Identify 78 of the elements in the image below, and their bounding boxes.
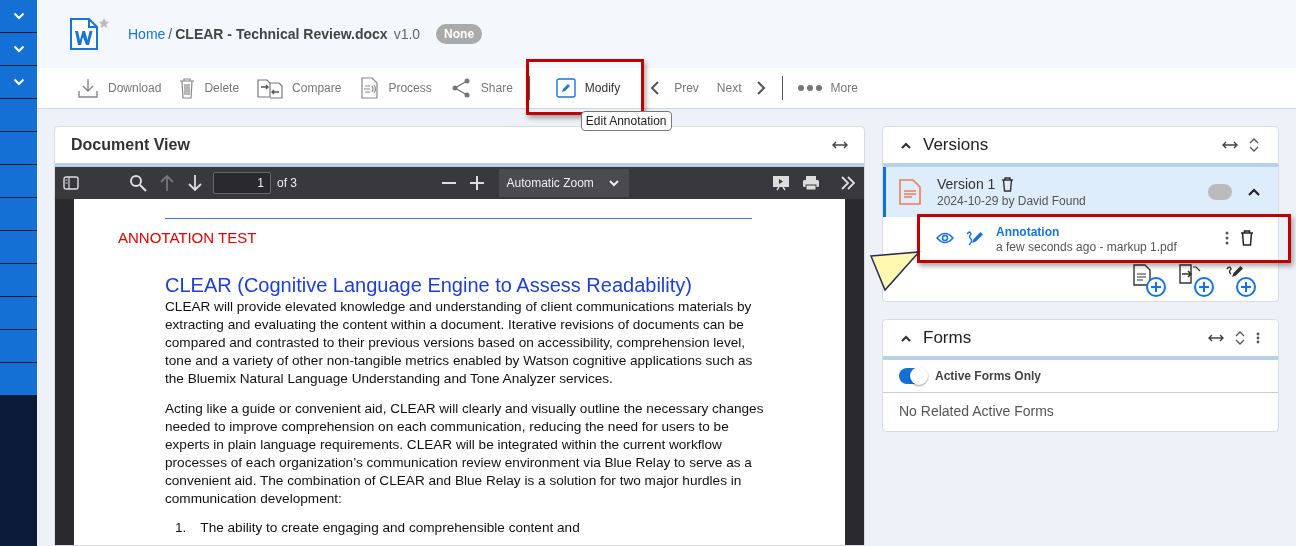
document-title: CLEAR - Technical Review.docx [175, 26, 388, 42]
document-heading: CLEAR (Cognitive Language Engine to Assess Readability) [165, 274, 693, 297]
expand-horizontal-icon[interactable] [1222, 141, 1238, 149]
document-icon [899, 179, 921, 205]
paragraph: Acting like a guide or convenient aid, CLEAR will clearly and visually outline the necessary changes needed to improve comprehension on each communication, reducing the need for users to be experts in plain language requirements. CLEAR will be integrated within the current workflow processes of each organization’s communication review environment via Blue Relay to serve as a convenient aid. The combination of CLEAR and Blue Relay is a solution for two major hurdles in communication development: [165, 400, 765, 508]
version-label: v1.0 [393, 26, 421, 42]
more-button[interactable]: More [788, 71, 866, 105]
sidebar-item[interactable] [0, 0, 37, 33]
home-link[interactable]: Home [128, 26, 166, 42]
toggle-switch[interactable] [1208, 184, 1232, 200]
trash-icon[interactable] [1001, 176, 1015, 192]
version-name: Version 1 [937, 176, 996, 192]
sidebar-item[interactable] [0, 33, 37, 66]
double-chevron-icon[interactable] [840, 176, 856, 190]
trash-icon [179, 77, 196, 99]
pencil-icon[interactable] [965, 228, 985, 248]
caret-icon [608, 179, 619, 187]
modify-button[interactable]: Modify [535, 71, 641, 105]
download-icon [77, 77, 99, 99]
panel-title: Versions [923, 135, 989, 155]
version-row[interactable]: Version 1 2024-10-29 by David Found [883, 167, 1278, 217]
chevron-up-icon[interactable] [901, 141, 911, 149]
zoom-dropdown[interactable]: Automatic Zoom [498, 169, 629, 197]
page-count: of 3 [277, 176, 297, 190]
panel-title: Forms [923, 328, 972, 348]
chevron-up-icon[interactable] [1248, 188, 1260, 196]
pencil-icon [555, 78, 576, 98]
more-vertical-icon[interactable] [1256, 332, 1260, 344]
annotation-text: ANNOTATION TEST [118, 229, 258, 246]
status-badge: None [436, 24, 483, 44]
chevron-left-icon [650, 80, 661, 96]
download-button[interactable]: Download [69, 71, 170, 105]
annotation-link[interactable]: Annotation [996, 225, 1060, 239]
list-number: 1. [175, 520, 187, 535]
toggle-label: Active Forms Only [935, 369, 1042, 383]
expand-vertical-icon[interactable] [1248, 137, 1260, 153]
word-document-icon [69, 17, 111, 51]
prev-button[interactable]: Prev [642, 71, 707, 105]
compare-button[interactable]: Compare [249, 71, 350, 105]
expand-horizontal-icon[interactable] [1208, 334, 1224, 342]
process-icon [359, 77, 380, 99]
empty-message: No Related Active Forms [898, 402, 1055, 421]
more-vertical-icon[interactable] [1225, 231, 1229, 245]
chevron-right-icon [755, 80, 766, 96]
search-icon[interactable] [129, 174, 147, 192]
sidebar-toggle-icon[interactable] [63, 176, 79, 190]
presentation-icon[interactable] [772, 175, 790, 191]
breadcrumb-separator: / [168, 26, 173, 42]
print-icon[interactable] [802, 175, 820, 191]
sidebar-item[interactable] [0, 66, 37, 99]
trash-icon[interactable] [1240, 230, 1254, 246]
toggle-switch[interactable] [899, 368, 927, 384]
annotation-meta: a few seconds ago - markup 1.pdf [996, 240, 1178, 254]
compare-icon [257, 77, 284, 99]
zoom-in-icon[interactable] [468, 175, 485, 191]
delete-button[interactable]: Delete [171, 71, 248, 105]
more-icon [796, 84, 823, 92]
tooltip: Edit Annotation [580, 111, 672, 131]
paragraph: CLEAR will provide elevated knowledge and understanding of client communications materials by extracting and evaluating the content within a document. Iterative revisions of documents can be compared and contrasted to their previous versions based on accessibility, comprehension level, tone and a variety of other non-tangible metrics enabled by Watson cognitive applications such as the Bluemix Natural Language Understanding and Tone Analyzer services. [165, 298, 754, 388]
eye-icon[interactable] [936, 232, 954, 244]
list-item-text: The ability to create engaging and comprehensible content and [200, 520, 580, 535]
add-compare-icon[interactable] [1178, 263, 1214, 297]
chevron-down-icon [12, 45, 25, 53]
process-button[interactable]: Process [351, 71, 440, 105]
add-document-icon[interactable] [1132, 263, 1166, 297]
arrow-up-icon[interactable] [159, 174, 175, 192]
chevron-down-icon [12, 12, 25, 20]
share-button[interactable]: Share [441, 71, 521, 105]
chevron-up-icon[interactable] [901, 334, 911, 342]
page-number-field[interactable]: 1 [213, 172, 271, 194]
add-annotation-icon[interactable] [1226, 263, 1258, 297]
arrow-down-icon[interactable] [187, 174, 203, 192]
panel-title: Document View [71, 136, 190, 154]
version-meta: 2024-10-29 by David Found [937, 194, 1087, 208]
chevron-down-icon [12, 78, 25, 86]
expand-horizontal-icon[interactable] [832, 141, 848, 149]
next-button[interactable]: Next [708, 71, 774, 105]
expand-vertical-icon[interactable] [1234, 330, 1246, 346]
